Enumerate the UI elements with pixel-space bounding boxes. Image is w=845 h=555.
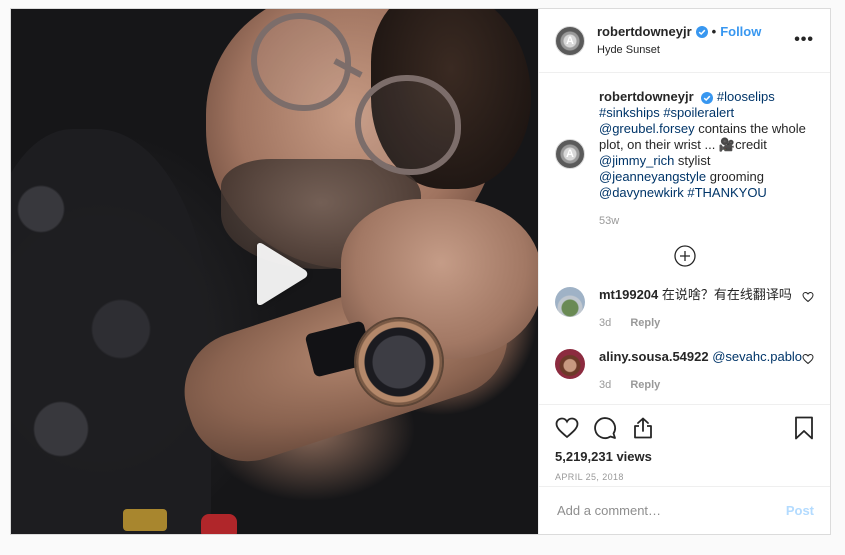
caption-tag-link[interactable]: @greubel.forsey [599,121,695,136]
comment-heart-icon[interactable] [802,353,814,365]
comment-mention[interactable]: @sevahc.pablo [712,349,802,364]
post-actions: 5,219,231 views APRIL 25, 2018 [539,404,830,486]
comment-item: aliny.sousa.54922 @sevahc.pablo 3d Reply [555,349,814,393]
caption-tag-link[interactable]: #spoileralert [663,105,734,120]
commenter-username[interactable]: aliny.sousa.54922 [599,349,709,364]
caption-tag-link[interactable]: #THANKYOU [687,185,766,200]
play-button[interactable] [245,239,315,309]
commenter-avatar[interactable] [555,287,585,317]
save-button[interactable] [794,416,814,440]
caption-tag-link[interactable]: #sinkships [599,105,660,120]
caption-body: #looselips #sinkships #spoileralert @gre… [599,89,806,200]
avatar-logo-icon: A [566,34,574,47]
action-icons [555,413,814,443]
photo-ring-gold [123,509,167,531]
post-comment-button[interactable]: Post [786,503,814,518]
like-button[interactable] [555,416,579,440]
post-video[interactable] [11,9,538,534]
comment-heart-icon[interactable] [802,291,814,303]
post-header: A robertdowneyjr • Follow Hyde Sunset ••… [539,9,830,73]
author-avatar[interactable]: A [555,25,585,56]
photo-jacket [11,129,211,534]
bookmark-icon [795,416,813,440]
caption-username[interactable]: robertdowneyjr [599,89,694,104]
reply-button[interactable]: Reply [630,317,660,329]
share-icon [634,417,652,439]
photo-ring-red [201,514,237,534]
caption-time[interactable]: 53w [599,213,814,229]
heart-icon [555,417,579,439]
header-text: robertdowneyjr • Follow Hyde Sunset [597,24,761,58]
caption-avatar[interactable]: A [555,139,585,169]
header-separator: • [711,23,717,39]
caption-segment: stylist [674,153,711,168]
comment-input[interactable] [555,502,786,519]
share-button[interactable] [631,416,655,440]
caption-text: robertdowneyjr #looselips #sinkships #sp… [599,89,814,229]
avatar-logo-icon: A [566,148,574,160]
comments-section: A robertdowneyjr #looselips #sinkships #… [539,73,830,404]
comment-body: aliny.sousa.54922 @sevahc.pablo 3d Reply [599,349,809,393]
verified-badge-icon [695,25,708,38]
caption-tag-link[interactable]: @davynewkirk [599,185,684,200]
caption-tag-link[interactable]: @jimmy_rich [599,153,674,168]
commenter-avatar[interactable] [555,349,585,379]
comment-item: mt199204 在说啥？有在线翻译吗 3d Reply [555,287,814,331]
caption-segment: grooming [706,169,764,184]
load-more-icon [673,245,696,267]
post-date[interactable]: APRIL 25, 2018 [555,472,814,482]
comment-icon [594,417,616,439]
load-more-comments-button[interactable] [555,245,814,269]
more-options-icon[interactable]: ••• [794,31,814,49]
caption-tag-link[interactable]: @jeanneyangstyle [599,169,706,184]
header-line: robertdowneyjr • Follow [597,24,761,40]
view-count[interactable]: 5,219,231 views [555,449,814,464]
follow-button[interactable]: Follow [720,24,761,40]
verified-badge-icon [701,91,714,104]
comment-meta: 3d Reply [599,315,809,331]
author-username[interactable]: robertdowneyjr [597,24,692,40]
post-caption: A robertdowneyjr #looselips #sinkships #… [555,89,814,229]
commenter-username[interactable]: mt199204 [599,287,658,302]
comment-time[interactable]: 3d [599,317,611,329]
photo-watch [356,319,442,405]
comment-composer: Post [539,486,830,534]
comment-text: 在说啥？有在线翻译吗 [658,287,792,302]
play-icon [257,242,308,306]
comment-button[interactable] [593,416,617,440]
comment-time[interactable]: 3d [599,379,611,391]
comment-body: mt199204 在说啥？有在线翻译吗 3d Reply [599,287,809,331]
photo-glasses-right [355,75,461,175]
caption-tag-link[interactable]: #looselips [717,89,775,104]
comment-meta: 3d Reply [599,377,809,393]
post-side-panel: A robertdowneyjr • Follow Hyde Sunset ••… [538,9,830,534]
reply-button[interactable]: Reply [630,379,660,391]
post-location[interactable]: Hyde Sunset [597,42,761,58]
post-card: A robertdowneyjr • Follow Hyde Sunset ••… [10,8,831,535]
